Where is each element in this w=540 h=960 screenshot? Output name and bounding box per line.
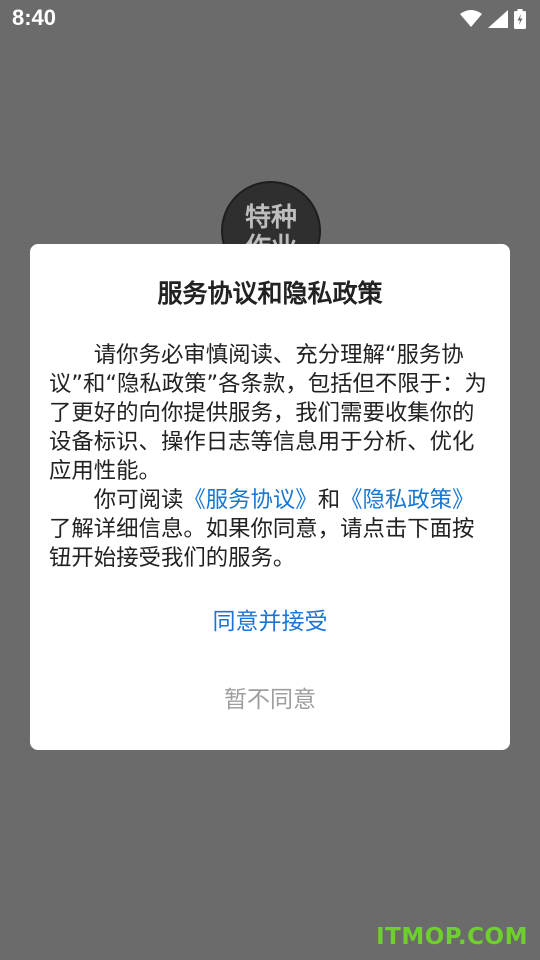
status-time: 8:40: [12, 5, 57, 30]
status-bar: 8:40: [0, 0, 540, 38]
cellular-signal-icon: [488, 10, 508, 28]
dialog-paragraph-2: 你可阅读《服务协议》和《隐私政策》了解详细信息。如果你同意，请点击下面按钮开始接…: [49, 486, 494, 573]
dialog-title: 服务协议和隐私政策: [157, 279, 383, 308]
dialog-paragraph-1: 请你务必审慎阅读、充分理解“服务协议”和“隐私政策”各条款，包括但不限于：为了更…: [49, 342, 487, 484]
battery-charging-icon: [514, 9, 526, 29]
decline-button[interactable]: 暂不同意: [30, 684, 510, 716]
wifi-icon: [460, 10, 482, 27]
paragraph-2-before: 你可阅读: [93, 487, 184, 513]
privacy-policy-link[interactable]: 《隐私政策》: [340, 487, 474, 513]
paragraph-2-and: 和: [317, 487, 341, 513]
agree-button[interactable]: 同意并接受: [30, 606, 510, 638]
paragraph-2-after: 了解详细信息。如果你同意，请点击下面按钮开始接受我们的服务。: [49, 516, 475, 571]
privacy-dialog: 服务协议和隐私政策 请你务必审慎阅读、充分理解“服务协议”和“隐私政策”各条款，…: [30, 244, 510, 750]
watermark: ITMOP.COM: [376, 924, 528, 950]
status-icons: [460, 8, 526, 30]
dialog-body: 请你务必审慎阅读、充分理解“服务协议”和“隐私政策”各条款，包括但不限于：为了更…: [49, 341, 494, 573]
service-agreement-link[interactable]: 《服务协议》: [183, 487, 317, 513]
